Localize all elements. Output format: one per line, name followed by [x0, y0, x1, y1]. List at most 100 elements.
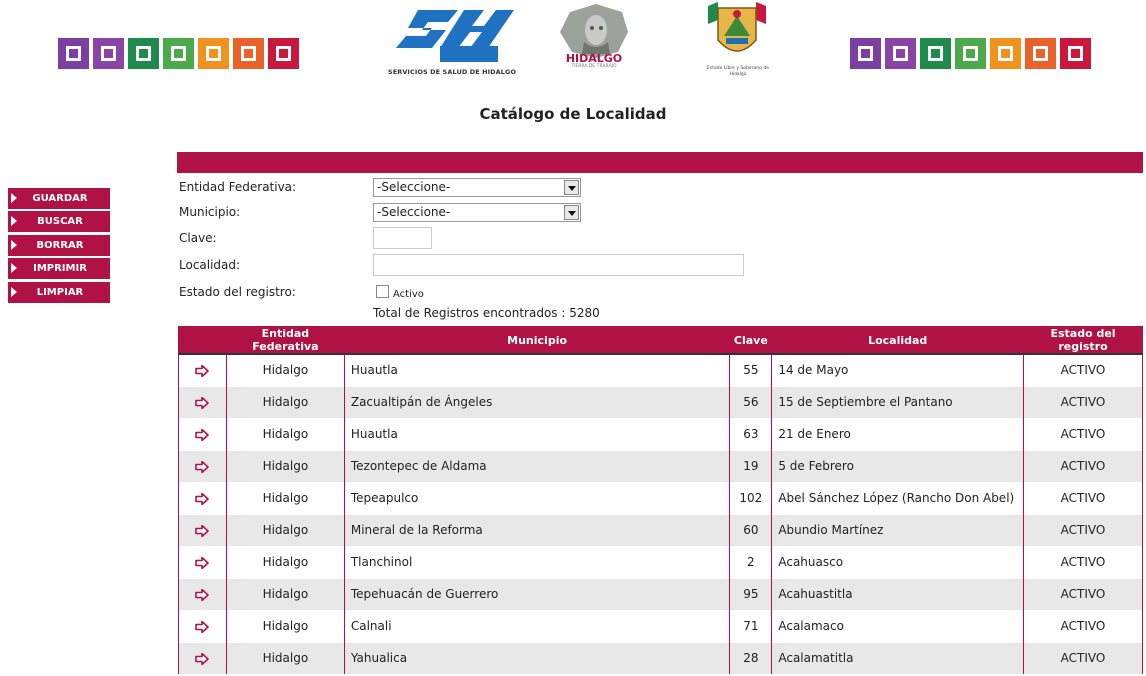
arrow-right-icon[interactable] — [195, 492, 210, 505]
table-row[interactable]: Hidalgo Mineral de la Reforma 60 Abundio Ma… — [178, 513, 1143, 546]
municipio-label: Municipio: — [179, 205, 241, 219]
save-button[interactable]: GUARDAR — [8, 188, 110, 209]
action-cell — [178, 513, 227, 546]
action-cell — [178, 641, 227, 674]
action-cell — [178, 385, 227, 418]
entidad-cell: Hidalgo — [225, 577, 345, 610]
decorative-square — [990, 38, 1021, 69]
arrow-right-icon[interactable] — [195, 428, 210, 441]
side-menu: GUARDAR BUSCAR BORRAR IMPRIMIR LIMPIAR — [8, 188, 110, 305]
column-header-entidad[interactable]: Entidad Federativa — [225, 326, 345, 355]
arrow-right-icon[interactable] — [195, 524, 210, 537]
column-header-estado[interactable]: Estado del registro — [1023, 326, 1143, 355]
municipio-cell: Tepeapulco — [343, 481, 731, 514]
page-title: Catálogo de Localidad — [479, 105, 667, 123]
arrow-right-icon[interactable] — [195, 396, 210, 409]
estado-cell: ACTIVO — [1023, 577, 1143, 610]
clave-cell: 19 — [729, 449, 773, 482]
table-row[interactable]: Hidalgo Tepehuacán de Guerrero 95 Acahuasti… — [178, 577, 1143, 610]
estado-registro-label: Estado del registro: — [179, 285, 296, 299]
table-row[interactable]: Hidalgo Tezontepec de Aldama 19 5 de Febrer… — [178, 449, 1143, 482]
clave-cell: 95 — [729, 577, 773, 610]
localidad-cell: 15 de Septiembre el Pantano — [771, 385, 1025, 418]
search-button[interactable]: BUSCAR — [8, 211, 110, 233]
clave-label: Clave: — [179, 231, 217, 245]
decorative-square — [1025, 38, 1056, 69]
clave-cell: 102 — [729, 481, 773, 514]
entidad-select-value: -Seleccione- — [377, 180, 451, 194]
decorative-square — [163, 38, 194, 69]
localidad-cell: Acalamatitla — [771, 641, 1025, 674]
arrow-right-icon[interactable] — [195, 652, 210, 665]
decorative-square — [198, 38, 229, 69]
clave-cell: 63 — [729, 417, 773, 450]
entidad-cell: Hidalgo — [225, 545, 345, 578]
column-header-clave[interactable]: Clave — [729, 326, 773, 355]
column-header-localidad[interactable]: Localidad — [771, 326, 1025, 355]
table-header-row: Entidad Federativa Municipio Clave Local… — [178, 326, 1143, 355]
action-cell — [178, 449, 227, 482]
clave-cell: 28 — [729, 641, 773, 674]
table-row[interactable]: Hidalgo Calnali 71 Acalamaco ACTIVO — [178, 609, 1143, 642]
activo-checkbox-label: Activo — [393, 289, 424, 300]
localidad-cell: Abundio Martínez — [771, 513, 1025, 546]
arrow-right-icon[interactable] — [195, 620, 210, 633]
arrow-right-icon[interactable] — [195, 556, 210, 569]
localidad-label: Localidad: — [179, 258, 241, 272]
table-row[interactable]: Hidalgo Huautla 63 21 de Enero ACTIVO — [178, 417, 1143, 450]
estado-cell: ACTIVO — [1023, 609, 1143, 642]
chevron-down-icon[interactable] — [564, 205, 579, 220]
estado-cell: ACTIVO — [1023, 513, 1143, 546]
play-arrow-icon — [11, 193, 17, 203]
municipio-select[interactable]: -Seleccione- — [373, 203, 581, 222]
table-row[interactable]: Hidalgo Tepeapulco 102 Abel Sánchez López (… — [178, 481, 1143, 514]
municipio-cell: Mineral de la Reforma — [343, 513, 731, 546]
activo-checkbox[interactable] — [376, 285, 389, 298]
localidad-cell: Acalamaco — [771, 609, 1025, 642]
municipio-cell: Tlanchinol — [343, 545, 731, 578]
table-row[interactable]: Hidalgo Zacualtipán de Ángeles 56 15 de Sep… — [178, 385, 1143, 418]
municipio-cell: Tezontepec de Aldama — [343, 449, 731, 482]
localidad-input[interactable] — [373, 254, 744, 276]
estado-cell: ACTIVO — [1023, 385, 1143, 418]
table-row[interactable]: Hidalgo Tlanchinol 2 Acahuasco ACTIVO — [178, 545, 1143, 578]
municipio-cell: Zacualtipán de Ángeles — [343, 385, 731, 418]
entidad-cell: Hidalgo — [225, 609, 345, 642]
column-header-municipio[interactable]: Municipio — [343, 326, 731, 355]
action-cell — [178, 353, 227, 386]
decorative-square — [920, 38, 951, 69]
entidad-cell: Hidalgo — [225, 513, 345, 546]
entidad-cell: Hidalgo — [225, 385, 345, 418]
form-header-bar — [177, 152, 1143, 173]
estado-cell: ACTIVO — [1023, 641, 1143, 674]
entidad-cell: Hidalgo — [225, 417, 345, 450]
entidad-label: Entidad Federativa: — [179, 180, 297, 194]
decorative-square — [1060, 38, 1091, 69]
estado-cell: ACTIVO — [1023, 449, 1143, 482]
arrow-right-icon[interactable] — [195, 588, 210, 601]
table-row[interactable]: Hidalgo Huautla 55 14 de Mayo ACTIVO — [178, 353, 1143, 386]
clave-input[interactable] — [373, 227, 432, 249]
action-cell — [178, 545, 227, 578]
delete-button[interactable]: BORRAR — [8, 234, 110, 256]
clear-button[interactable]: LIMPIAR — [8, 281, 110, 303]
clave-cell: 56 — [729, 385, 773, 418]
municipio-select-value: -Seleccione- — [377, 205, 451, 219]
localidad-cell: 5 de Febrero — [771, 449, 1025, 482]
arrow-right-icon[interactable] — [195, 364, 210, 377]
decorative-square — [850, 38, 881, 69]
clave-cell: 55 — [729, 353, 773, 386]
entidad-select[interactable]: -Seleccione- — [373, 178, 581, 197]
estado-cell: ACTIVO — [1023, 545, 1143, 578]
print-button[interactable]: IMPRIMIR — [8, 258, 110, 280]
table-row[interactable]: Hidalgo Yahualica 28 Acalamatitla ACTIVO — [178, 641, 1143, 674]
decorative-square — [58, 38, 89, 69]
decorative-squares-left — [58, 38, 299, 69]
localidad-cell: Acahuastitla — [771, 577, 1025, 610]
clave-cell: 60 — [729, 513, 773, 546]
play-arrow-icon — [11, 216, 17, 227]
arrow-right-icon[interactable] — [195, 460, 210, 473]
localidad-cell: 21 de Enero — [771, 417, 1025, 450]
chevron-down-icon[interactable] — [564, 180, 579, 195]
decorative-squares-right — [850, 38, 1091, 69]
